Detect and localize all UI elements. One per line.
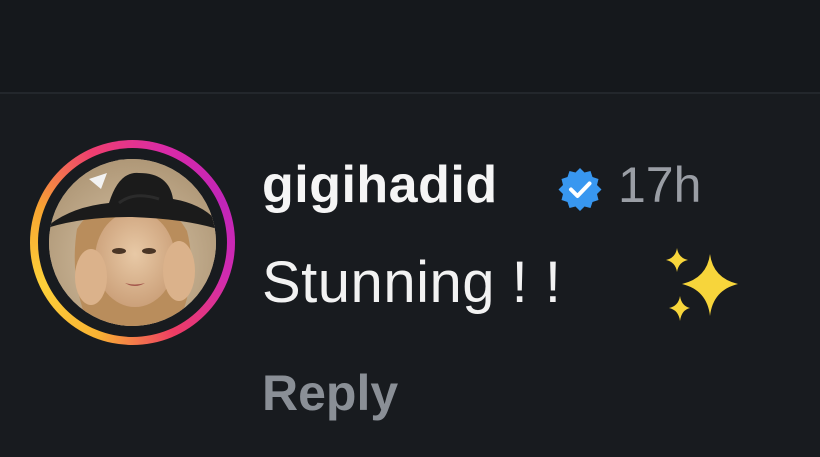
comment-text: Stunning ! ! bbox=[262, 250, 562, 315]
timestamp: 17h bbox=[618, 157, 702, 213]
avatar-story-ring[interactable] bbox=[30, 140, 235, 345]
reply-button[interactable]: Reply bbox=[262, 358, 398, 428]
previous-content-area bbox=[0, 0, 820, 92]
verified-badge-icon bbox=[558, 168, 602, 211]
avatar-photo bbox=[49, 159, 216, 326]
avatar[interactable] bbox=[49, 159, 216, 326]
sparkles-icon bbox=[666, 248, 738, 321]
comment-screen: gigihadid 17h Stunning ! ! Reply bbox=[0, 0, 820, 457]
username[interactable]: gigihadid bbox=[262, 150, 498, 220]
